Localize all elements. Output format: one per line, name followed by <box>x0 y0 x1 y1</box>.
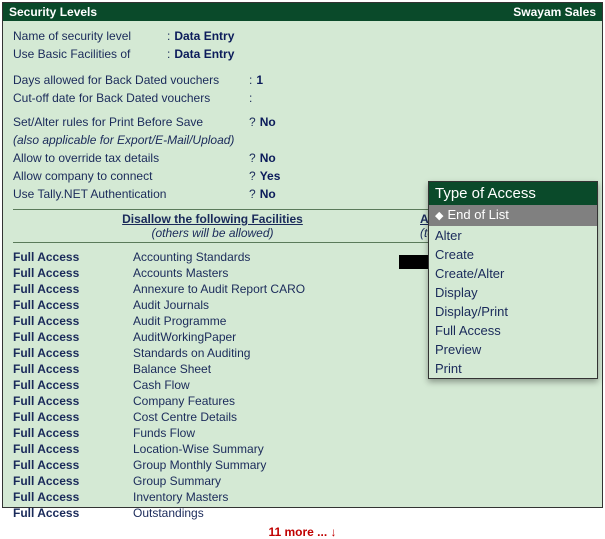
facility-row[interactable]: Full AccessOutstandings <box>13 505 592 521</box>
name-label: Name of security level <box>13 27 163 45</box>
facility-access: Full Access <box>13 329 133 345</box>
facility-name: Cost Centre Details <box>133 409 592 425</box>
facility-access: Full Access <box>13 297 133 313</box>
facility-access: Full Access <box>13 505 133 521</box>
facility-name: Company Features <box>133 393 592 409</box>
popup-item[interactable]: ◆End of List <box>429 205 597 226</box>
facility-name: Group Summary <box>133 473 592 489</box>
facility-name: Inventory Masters <box>133 489 592 505</box>
facility-access: Full Access <box>13 249 133 265</box>
popup-item[interactable]: Create <box>429 245 597 264</box>
popup-title: Type of Access <box>429 182 597 205</box>
facility-name: Outstandings <box>133 505 592 521</box>
name-value[interactable]: Data Entry <box>174 27 234 45</box>
popup-item[interactable]: Display/Print <box>429 302 597 321</box>
popup-item[interactable]: Preview <box>429 340 597 359</box>
facility-access: Full Access <box>13 409 133 425</box>
facility-access: Full Access <box>13 265 133 281</box>
facility-access: Full Access <box>13 393 133 409</box>
facility-access: Full Access <box>13 425 133 441</box>
popup-item[interactable]: Alter <box>429 226 597 245</box>
facility-access: Full Access <box>13 281 133 297</box>
title-right: Swayam Sales <box>513 5 596 19</box>
facility-name: Group Monthly Summary <box>133 457 592 473</box>
facility-name: Funds Flow <box>133 425 592 441</box>
disallow-sub: (others will be allowed) <box>13 226 412 240</box>
facility-row[interactable]: Full AccessCost Centre Details <box>13 409 592 425</box>
days-value[interactable]: 1 <box>256 71 263 89</box>
facility-access: Full Access <box>13 313 133 329</box>
popup-item[interactable]: Print <box>429 359 597 378</box>
facility-access: Full Access <box>13 361 133 377</box>
facility-row[interactable]: Full AccessFunds Flow <box>13 425 592 441</box>
connect-value[interactable]: Yes <box>260 167 281 185</box>
popup-item[interactable]: Full Access <box>429 321 597 340</box>
facility-access: Full Access <box>13 441 133 457</box>
print-value[interactable]: No <box>260 113 276 131</box>
days-label: Days allowed for Back Dated vouchers <box>13 71 245 89</box>
tallynet-label: Use Tally.NET Authentication <box>13 185 245 203</box>
facility-row[interactable]: Full AccessInventory Masters <box>13 489 592 505</box>
more-indicator[interactable]: 11 more ... ↓ <box>13 525 592 539</box>
facility-name: Cash Flow <box>133 377 592 393</box>
titlebar: Security Levels Swayam Sales <box>3 3 602 21</box>
type-of-access-popup: Type of Access ◆End of ListAlterCreateCr… <box>428 181 598 379</box>
facility-row[interactable]: Full AccessGroup Summary <box>13 473 592 489</box>
facility-access: Full Access <box>13 377 133 393</box>
diamond-icon: ◆ <box>435 210 443 222</box>
facility-access: Full Access <box>13 457 133 473</box>
facility-access: Full Access <box>13 345 133 361</box>
facility-row[interactable]: Full AccessCash Flow <box>13 377 592 393</box>
security-levels-window: Security Levels Swayam Sales Name of sec… <box>2 2 603 508</box>
tax-value[interactable]: No <box>260 149 276 167</box>
facility-row[interactable]: Full AccessCompany Features <box>13 393 592 409</box>
facility-row[interactable]: Full AccessGroup Monthly Summary <box>13 457 592 473</box>
basic-label: Use Basic Facilities of <box>13 45 163 63</box>
cutoff-label: Cut-off date for Back Dated vouchers <box>13 89 245 107</box>
disallow-heading: Disallow the following Facilities <box>122 212 303 226</box>
popup-item[interactable]: Create/Alter <box>429 264 597 283</box>
popup-item[interactable]: Display <box>429 283 597 302</box>
tallynet-value[interactable]: No <box>260 185 276 203</box>
facility-access: Full Access <box>13 489 133 505</box>
facility-access: Full Access <box>13 473 133 489</box>
print-label: Set/Alter rules for Print Before Save <box>13 113 245 131</box>
facility-name: Location-Wise Summary <box>133 441 592 457</box>
title-left: Security Levels <box>9 5 97 19</box>
facility-row[interactable]: Full AccessLocation-Wise Summary <box>13 441 592 457</box>
connect-label: Allow company to connect <box>13 167 245 185</box>
tax-label: Allow to override tax details <box>13 149 245 167</box>
basic-value[interactable]: Data Entry <box>174 45 234 63</box>
print-note: (also applicable for Export/E-Mail/Uploa… <box>13 131 592 149</box>
